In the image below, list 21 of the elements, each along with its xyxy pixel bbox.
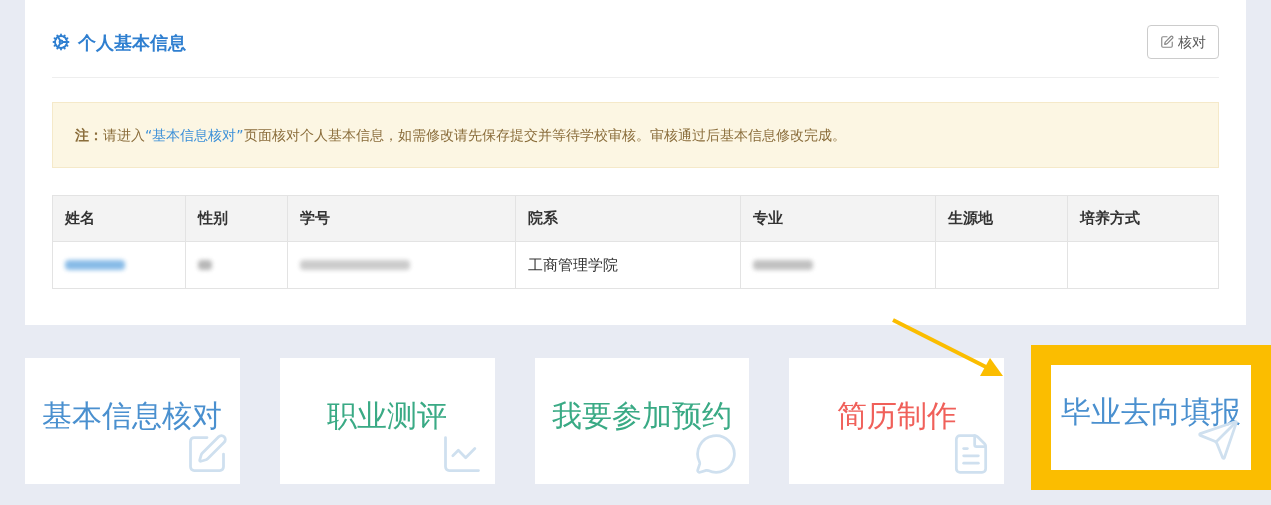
blurred-text (65, 260, 125, 270)
column-header: 性别 (198, 208, 228, 230)
check-button[interactable]: 核对 (1147, 25, 1219, 59)
shortcut-tile[interactable]: 简历制作 (789, 358, 1004, 484)
column-header: 姓名 (65, 208, 95, 230)
panel-title: 个人基本信息 (78, 30, 186, 55)
table-cell-text: 工商管理学院 (528, 254, 618, 276)
shortcut-tile[interactable]: 我要参加预约 (534, 358, 750, 484)
shortcut-tile[interactable]: 职业测评 (279, 358, 495, 484)
notice-link[interactable]: “基本信息核对” (145, 126, 244, 143)
column-header: 院系 (528, 208, 558, 230)
column-header: 学号 (300, 208, 330, 230)
notice-text: 注：请进入“基本信息核对”页面核对个人基本信息，如需修改请先保存提交并等待学校审核。审核通过后基本信息修改完成。 (75, 125, 846, 145)
gears-icon (52, 33, 70, 51)
edit-icon (1160, 35, 1174, 49)
shortcut-tile[interactable]: 基本信息核对 (25, 358, 240, 484)
blurred-text (198, 260, 212, 270)
column-header: 生源地 (948, 208, 993, 230)
column-header: 专业 (753, 208, 783, 230)
blurred-text (753, 260, 813, 270)
column-header: 培养方式 (1080, 208, 1140, 230)
